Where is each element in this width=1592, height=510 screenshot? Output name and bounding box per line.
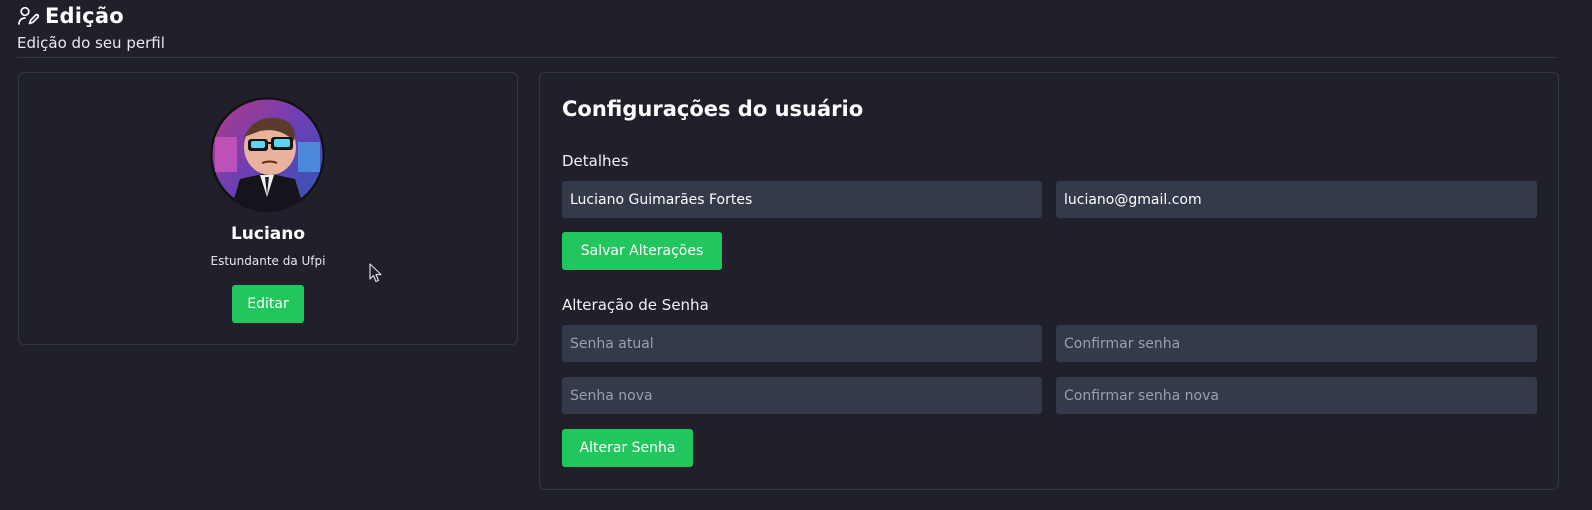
page-subtitle: Edição do seu perfil — [17, 34, 165, 52]
confirm-password-field[interactable]: Confirmar senha — [1056, 325, 1537, 362]
new-password-field[interactable]: Senha nova — [562, 377, 1042, 414]
profile-role: Estundante da Ufpi — [210, 254, 326, 268]
password-section-label: Alteração de Senha — [562, 296, 709, 314]
profile-name: Luciano — [230, 224, 306, 244]
page-title: Edição — [45, 4, 124, 28]
avatar[interactable] — [210, 97, 325, 212]
save-changes-button[interactable]: Salvar Alterações — [562, 232, 722, 270]
profile-card: Luciano Estundante da Ufpi Editar — [18, 72, 518, 345]
change-password-button[interactable]: Alterar Senha — [562, 429, 693, 467]
header-divider — [17, 57, 1558, 58]
user-edit-icon — [17, 5, 39, 27]
full-name-field[interactable]: Luciano Guimarães Fortes — [562, 181, 1042, 218]
edit-profile-button[interactable]: Editar — [232, 285, 304, 323]
confirm-new-password-field[interactable]: Confirmar senha nova — [1056, 377, 1537, 414]
details-label: Detalhes — [562, 152, 629, 170]
settings-card: Configurações do usuário Detalhes Lucian… — [539, 72, 1559, 490]
current-password-field[interactable]: Senha atual — [562, 325, 1042, 362]
email-field[interactable]: luciano@gmail.com — [1056, 181, 1537, 218]
title-row: Edição — [17, 2, 1557, 30]
page-header: Edição Edição do seu perfil — [17, 2, 1557, 52]
mouse-cursor-icon — [369, 263, 382, 283]
settings-title: Configurações do usuário — [562, 97, 864, 121]
